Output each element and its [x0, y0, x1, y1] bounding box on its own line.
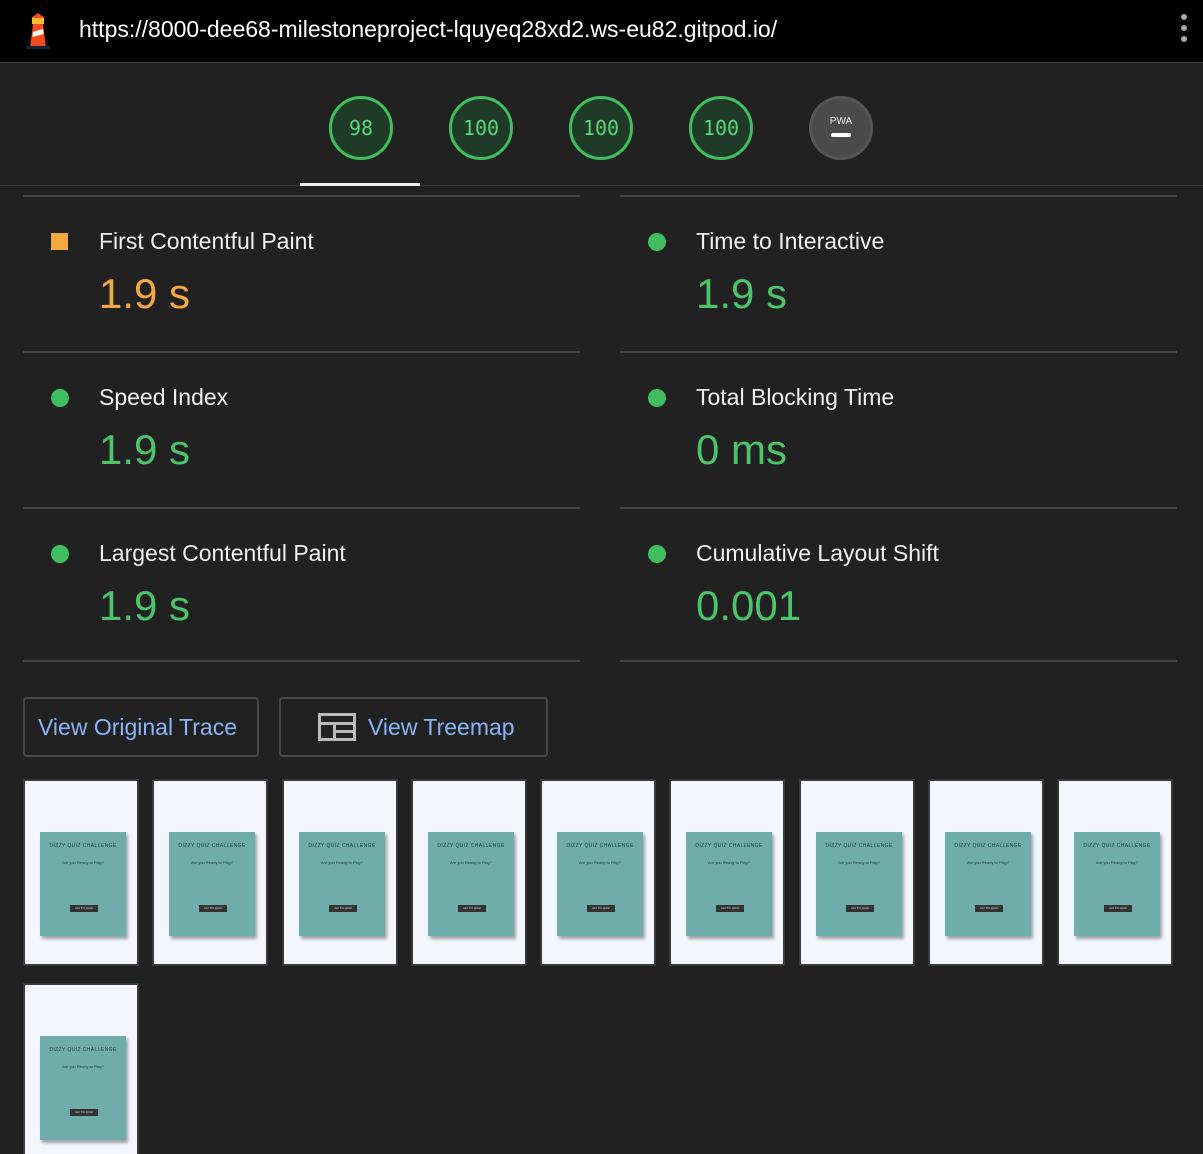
filmstrip-frame: DIZZY QUIZ CHALLENGE Are you Ready to Pl…	[411, 779, 527, 966]
metric-title-tbt: Total Blocking Time	[696, 384, 895, 410]
quiz-card: DIZZY QUIZ CHALLENGE Are you Ready to Pl…	[428, 832, 514, 936]
card-button: GO TO QUIZ	[587, 905, 615, 912]
pass-circle-icon	[51, 389, 69, 407]
card-subtitle: Are you Ready to Play?	[966, 860, 1010, 865]
metric-title-lcp: Largest Contentful Paint	[99, 540, 346, 566]
average-square-icon	[51, 233, 68, 250]
quiz-card: DIZZY QUIZ CHALLENGE Are you Ready to Pl…	[1074, 832, 1160, 936]
metric-title-si: Speed Index	[99, 384, 229, 410]
filmstrip-frame: DIZZY QUIZ CHALLENGE Are you Ready to Pl…	[1057, 779, 1173, 966]
pass-circle-icon	[648, 389, 666, 407]
card-button: GO TO QUIZ	[70, 1109, 98, 1116]
card-subtitle: Are you Ready to Play?	[449, 860, 493, 865]
filmstrip-frame: DIZZY QUIZ CHALLENGE Are you Ready to Pl…	[540, 779, 656, 966]
card-title: DIZZY QUIZ CHALLENGE	[49, 843, 117, 849]
filmstrip-frame: DIZZY QUIZ CHALLENGE Are you Ready to Pl…	[152, 779, 268, 966]
view-original-trace-label: View Original Trace	[38, 713, 237, 740]
card-title: DIZZY QUIZ CHALLENGE	[178, 843, 246, 849]
metric-value-tti: 1.9 s	[696, 270, 788, 317]
filmstrip-frame: DIZZY QUIZ CHALLENGE Are you Ready to Pl…	[928, 779, 1044, 966]
pass-circle-icon	[51, 545, 69, 563]
quiz-card: DIZZY QUIZ CHALLENGE Are you Ready to Pl…	[816, 832, 902, 936]
quiz-card: DIZZY QUIZ CHALLENGE Are you Ready to Pl…	[169, 832, 255, 936]
card-title: DIZZY QUIZ CHALLENGE	[954, 843, 1022, 849]
card-title: DIZZY QUIZ CHALLENGE	[437, 843, 505, 849]
divider	[620, 507, 1177, 509]
pwa-label: PWA	[829, 115, 853, 127]
metric-title-fcp: First Contentful Paint	[99, 228, 314, 254]
divider	[23, 351, 580, 353]
metric-title-cls: Cumulative Layout Shift	[696, 540, 939, 566]
treemap-icon	[318, 713, 356, 741]
divider	[23, 660, 580, 662]
filmstrip-frame: DIZZY QUIZ CHALLENGE Are you Ready to Pl…	[23, 779, 139, 966]
more-options-icon[interactable]	[1176, 14, 1192, 50]
metric-title-tti: Time to Interactive	[696, 228, 885, 254]
gauge-performance[interactable]: 98	[329, 96, 393, 160]
view-original-trace-button[interactable]: View Original Trace	[23, 697, 259, 757]
card-subtitle: Are you Ready to Play?	[837, 860, 881, 865]
card-title: DIZZY QUIZ CHALLENGE	[49, 1047, 117, 1053]
card-title: DIZZY QUIZ CHALLENGE	[308, 843, 376, 849]
report-url[interactable]: https://8000-dee68-milestoneproject-lquy…	[79, 16, 777, 43]
active-tab-indicator	[300, 183, 420, 186]
card-button: GO TO QUIZ	[1104, 905, 1132, 912]
pass-circle-icon	[648, 233, 666, 251]
card-subtitle: Are you Ready to Play?	[320, 860, 364, 865]
card-title: DIZZY QUIZ CHALLENGE	[566, 843, 634, 849]
quiz-card: DIZZY QUIZ CHALLENGE Are you Ready to Pl…	[686, 832, 772, 936]
filmstrip-frame: DIZZY QUIZ CHALLENGE Are you Ready to Pl…	[799, 779, 915, 966]
card-button: GO TO QUIZ	[975, 905, 1003, 912]
filmstrip-frame: DIZZY QUIZ CHALLENGE Are you Ready to Pl…	[23, 983, 139, 1154]
card-title: DIZZY QUIZ CHALLENGE	[695, 843, 763, 849]
card-button: GO TO QUIZ	[458, 905, 486, 912]
card-button: GO TO QUIZ	[199, 905, 227, 912]
quiz-card: DIZZY QUIZ CHALLENGE Are you Ready to Pl…	[557, 832, 643, 936]
card-button: GO TO QUIZ	[716, 905, 744, 912]
card-title: DIZZY QUIZ CHALLENGE	[1083, 843, 1151, 849]
card-button: GO TO QUIZ	[70, 905, 98, 912]
filmstrip-frame: DIZZY QUIZ CHALLENGE Are you Ready to Pl…	[669, 779, 785, 966]
metric-value-lcp: 1.9 s	[99, 582, 191, 629]
metric-value-cls: 0.001	[696, 582, 802, 629]
card-subtitle: Are you Ready to Play?	[707, 860, 751, 865]
card-subtitle: Are you Ready to Play?	[190, 860, 234, 865]
divider	[620, 351, 1177, 353]
divider	[23, 195, 580, 197]
divider	[23, 507, 580, 509]
metric-value-fcp: 1.9 s	[99, 270, 191, 317]
metric-value-tbt: 0 ms	[696, 426, 788, 473]
pass-circle-icon	[648, 545, 666, 563]
view-treemap-label: View Treemap	[368, 713, 515, 740]
divider	[620, 660, 1177, 662]
divider	[620, 195, 1177, 197]
gauge-pwa[interactable]: PWA	[809, 96, 873, 160]
card-button: GO TO QUIZ	[846, 905, 874, 912]
quiz-card: DIZZY QUIZ CHALLENGE Are you Ready to Pl…	[40, 1036, 126, 1140]
filmstrip-frame: DIZZY QUIZ CHALLENGE Are you Ready to Pl…	[282, 779, 398, 966]
card-button: GO TO QUIZ	[329, 905, 357, 912]
quiz-card: DIZZY QUIZ CHALLENGE Are you Ready to Pl…	[40, 832, 126, 936]
card-subtitle: Are you Ready to Play?	[578, 860, 622, 865]
gauge-best-practices[interactable]: 100	[569, 96, 633, 160]
quiz-card: DIZZY QUIZ CHALLENGE Are you Ready to Pl…	[299, 832, 385, 936]
gauge-accessibility[interactable]: 100	[449, 96, 513, 160]
pwa-dash-icon	[831, 132, 851, 137]
card-subtitle: Are you Ready to Play?	[61, 860, 105, 865]
card-title: DIZZY QUIZ CHALLENGE	[825, 843, 893, 849]
report-header: https://8000-dee68-milestoneproject-lquy…	[0, 0, 1203, 63]
category-gauges: 98 100 100 100 PWA	[0, 63, 1203, 186]
metric-value-si: 1.9 s	[99, 426, 191, 473]
lighthouse-icon	[26, 13, 50, 49]
quiz-card: DIZZY QUIZ CHALLENGE Are you Ready to Pl…	[945, 832, 1031, 936]
card-subtitle: Are you Ready to Play?	[1095, 860, 1139, 865]
card-subtitle: Are you Ready to Play?	[61, 1064, 105, 1069]
view-treemap-button[interactable]: View Treemap	[279, 697, 548, 757]
gauge-seo[interactable]: 100	[689, 96, 753, 160]
